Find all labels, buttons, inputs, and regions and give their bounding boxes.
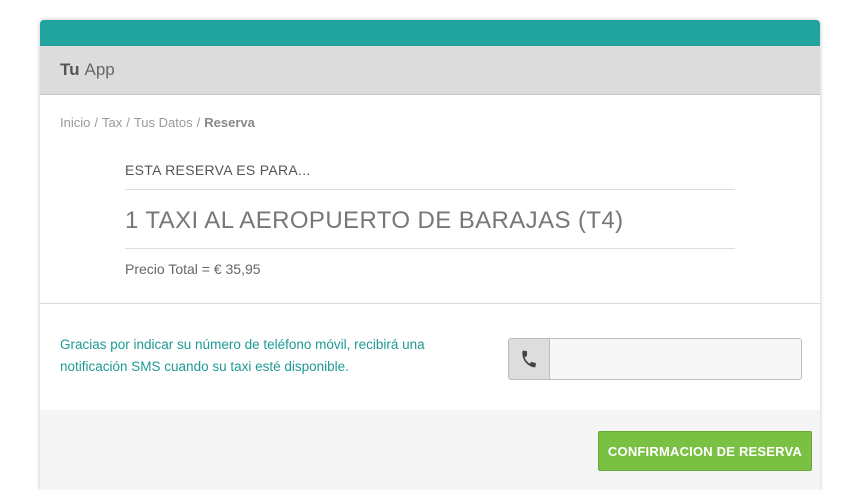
booking-footer: CONFIRMACION DE RESERVA <box>40 410 820 490</box>
breadcrumb-separator: / <box>196 115 201 130</box>
breadcrumb-tus-datos[interactable]: Tus Datos <box>134 115 193 130</box>
booking-for-label: ESTA RESERVA ES PARA... <box>125 162 735 190</box>
phone-icon <box>509 339 550 379</box>
breadcrumb-current: Reserva <box>204 115 255 130</box>
phone-input-group <box>508 338 802 380</box>
app-header: Tu App <box>40 46 820 95</box>
breadcrumb-separator: / <box>126 115 130 130</box>
breadcrumb-inicio[interactable]: Inicio <box>60 115 90 130</box>
app-brand-bold: Tu <box>60 60 80 79</box>
confirm-booking-button[interactable]: CONFIRMACION DE RESERVA <box>597 431 812 471</box>
app-brand-rest: App <box>84 60 115 79</box>
phone-note: Gracias por indicar su número de teléfon… <box>60 337 425 374</box>
booking-summary: ESTA RESERVA ES PARA... 1 TAXI AL AEROPU… <box>125 162 735 277</box>
phone-input[interactable] <box>550 339 801 379</box>
breadcrumb: Inicio / Tax / Tus Datos / Reserva <box>60 115 255 130</box>
breadcrumb-tax[interactable]: Tax <box>102 115 122 130</box>
trip-title: 1 TAXI AL AEROPUERTO DE BARAJAS (T4) <box>125 190 735 249</box>
accent-top-bar <box>40 20 820 46</box>
total-price: Precio Total = € 35,95 <box>125 261 261 277</box>
breadcrumb-separator: / <box>94 115 98 130</box>
booking-card: Tu App Inicio / Tax / Tus Datos / Reserva ESTA… <box>40 20 820 490</box>
phone-section: Gracias por indicar su número de teléfon… <box>40 303 820 411</box>
